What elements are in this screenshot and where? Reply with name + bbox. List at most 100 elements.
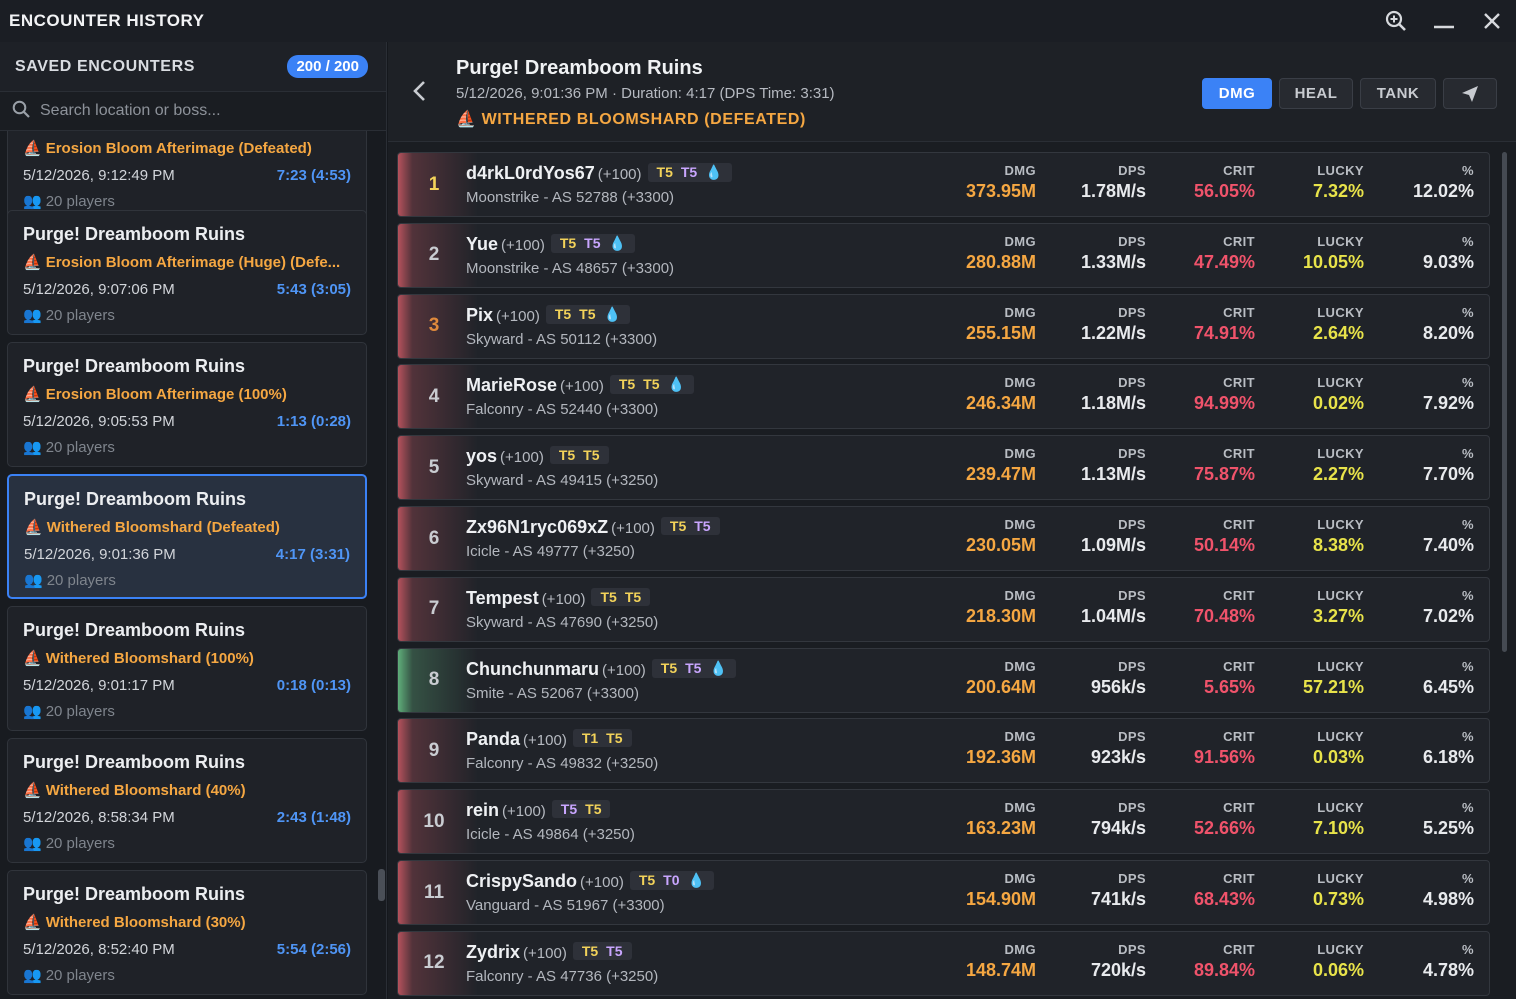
sidebar-scrollbar[interactable] bbox=[378, 869, 385, 901]
stat-crit: CRIT 47.49% bbox=[1193, 233, 1255, 272]
stat-dps: DPS 1.22M/s bbox=[1080, 304, 1146, 343]
encounter-players: 👥 20 players bbox=[24, 572, 116, 589]
stat-dps: DPS 741k/s bbox=[1090, 871, 1146, 909]
share-button[interactable] bbox=[1443, 78, 1497, 109]
tier-badge: T5 T5 bbox=[549, 446, 609, 465]
send-icon bbox=[1462, 85, 1478, 102]
player-name: rein (+100) T5 T5 bbox=[466, 800, 611, 821]
stat-lucky: LUCKY 8.38% bbox=[1312, 517, 1364, 555]
stat-crit: CRIT 89.84% bbox=[1193, 941, 1255, 980]
encounter-players: 👥 20 players bbox=[23, 835, 115, 852]
player-rank: 8 bbox=[428, 669, 440, 691]
player-rank: 2 bbox=[428, 244, 440, 266]
stat-dps: DPS 794k/s bbox=[1090, 800, 1146, 839]
tab-dmg[interactable]: DMG bbox=[1202, 78, 1272, 109]
encounter-time: 5/12/2026, 9:01:36 PM bbox=[24, 546, 176, 563]
tier-badge: T5 T5 bbox=[591, 587, 651, 606]
player-rank: 11 bbox=[423, 881, 445, 903]
droplet-icon: 💧 bbox=[608, 234, 626, 251]
player-list-scrollbar[interactable] bbox=[1502, 152, 1507, 652]
encounter-name: Purge! Dreamboom Ruins bbox=[23, 620, 246, 640]
stat-lucky: LUCKY 0.03% bbox=[1312, 729, 1364, 768]
stat-dmg: DMG 255.15M bbox=[965, 304, 1036, 343]
stat-dmg: DMG 230.05M bbox=[965, 517, 1036, 555]
player-name: yos (+100) T5 T5 bbox=[466, 446, 609, 467]
title-bar: ENCOUNTER HISTORY bbox=[0, 0, 1516, 42]
encounter-card[interactable]: Purge! Dreamboom Ruins ⛵ Withered Bloomsha… bbox=[7, 870, 367, 995]
players-icon: 👥 bbox=[23, 193, 42, 210]
stat-dps: DPS 1.13M/s bbox=[1080, 446, 1146, 485]
boss-icon: ⛵ bbox=[23, 254, 42, 271]
player-row[interactable]: 5 yos (+100) T5 T5 Skyward - AS 49415 (+3250)… bbox=[397, 435, 1490, 501]
stat-dmg: DMG 246.34M bbox=[965, 375, 1036, 414]
boss-icon: ⛵ bbox=[24, 519, 43, 536]
encounter-name: Purge! Dreamboom Ruins bbox=[23, 884, 246, 904]
tab-tank[interactable]: TANK bbox=[1360, 78, 1436, 109]
stat-pct: % 12.02% bbox=[1412, 163, 1474, 201]
player-rank: 6 bbox=[428, 527, 440, 549]
player-row[interactable]: 9 Panda (+100) T1 T5 Falconry - AS 49832 (+32… bbox=[397, 718, 1490, 784]
player-rank: 12 bbox=[423, 952, 445, 974]
player-row[interactable]: 8 Chunchunmaru (+100) T5 T5 💧 Smite - AS 52067… bbox=[397, 647, 1490, 713]
detail-meta: 5/12/2026, 9:01:36 PM · Duration: 4:17 (… bbox=[456, 85, 835, 102]
encounter-card[interactable]: Purge! Dreamboom Ruins ⛵ Erosion Bloom Aft… bbox=[7, 342, 367, 467]
tier-badge: T1 T5 bbox=[572, 729, 632, 748]
stat-dmg: DMG 239.47M bbox=[965, 446, 1036, 485]
tier-badge: T5 T0 💧 bbox=[629, 871, 714, 890]
stat-dps: DPS 923k/s bbox=[1090, 729, 1146, 768]
droplet-icon: 💧 bbox=[667, 376, 685, 393]
encounter-card[interactable]: Purge! Dreamboom Ruins ⛵ Withered Bloomsha… bbox=[7, 606, 367, 731]
stat-pct: % 7.40% bbox=[1422, 517, 1474, 555]
player-row[interactable]: 4 MarieRose (+100) T5 T5 💧 Falconry - AS 52440… bbox=[397, 364, 1490, 430]
stat-dps: DPS 1.78M/s bbox=[1080, 163, 1146, 201]
tier-badge: T5 T5 💧 bbox=[651, 658, 736, 678]
player-row[interactable]: 12 Zydrix (+100) T5 T5 Falconry - AS 47736 (+… bbox=[397, 930, 1490, 996]
stat-pct: % 6.18% bbox=[1422, 729, 1474, 768]
player-row[interactable]: 11 CrispySando (+100) T5 T0 💧 Vanguard - AS 51… bbox=[397, 860, 1490, 925]
stat-crit: CRIT 75.87% bbox=[1193, 446, 1255, 485]
player-row[interactable]: 6 Zx96N1ryc069xZ (+100) T5 T5 Icicle - AS 497… bbox=[397, 506, 1490, 571]
stat-dmg: DMG 148.74M bbox=[965, 941, 1036, 980]
sidebar-title: SAVED ENCOUNTERS bbox=[15, 57, 195, 75]
player-name: Panda (+100) T1 T5 bbox=[466, 729, 632, 750]
encounter-name: Purge! Dreamboom Ruins bbox=[23, 356, 246, 376]
stat-dps: DPS 1.09M/s bbox=[1080, 517, 1146, 555]
player-row[interactable]: 1 d4rkL0rdYos67 (+100) T5 T5 💧 Moonstrike - AS… bbox=[397, 152, 1490, 217]
players-icon: 👥 bbox=[23, 307, 42, 324]
encounter-card-partial[interactable]: ⛵ Erosion Bloom Afterimage (Defeated) 5/1… bbox=[7, 131, 367, 221]
player-row[interactable]: 10 rein (+100) T5 T5 Icicle - AS 49864 (+3250… bbox=[397, 789, 1490, 855]
stat-dps: DPS 956k/s bbox=[1090, 658, 1146, 697]
chevron-left-icon[interactable] bbox=[412, 78, 428, 109]
players-icon: 👥 bbox=[23, 703, 42, 720]
player-class: Falconry - AS 47736 (+3250) bbox=[466, 967, 659, 985]
encounter-boss: ⛵ Withered Bloomshard (Defeated) bbox=[24, 519, 280, 536]
encounter-players: 👥 20 players bbox=[23, 193, 115, 210]
stat-pct: % 5.25% bbox=[1422, 800, 1474, 839]
minimize-icon[interactable] bbox=[1420, 0, 1468, 42]
encounter-name: Purge! Dreamboom Ruins bbox=[23, 752, 246, 772]
encounter-duration: 5:43 (3:05) bbox=[276, 281, 351, 298]
tier-badge: T5 T5 💧 bbox=[609, 375, 694, 395]
tab-heal[interactable]: HEAL bbox=[1279, 78, 1353, 109]
player-row[interactable]: 2 Yue (+100) T5 T5 💧 Moonstrike - AS 48657 (+3… bbox=[397, 222, 1490, 288]
player-class: Smite - AS 52067 (+3300) bbox=[466, 684, 640, 702]
stat-lucky: LUCKY 0.02% bbox=[1312, 375, 1364, 414]
zoom-in-icon[interactable] bbox=[1372, 0, 1420, 42]
encounter-card[interactable]: Purge! Dreamboom Ruins ⛵ Withered Bloomsha… bbox=[7, 738, 367, 863]
sidebar: SAVED ENCOUNTERS 200 / 200 ⛵Erosion Bloo… bbox=[0, 42, 387, 999]
player-class: Falconry - AS 49832 (+3250) bbox=[466, 755, 659, 773]
search-input[interactable] bbox=[40, 102, 360, 120]
droplet-icon: 💧 bbox=[709, 659, 727, 676]
player-class: Vanguard - AS 51967 (+3300) bbox=[466, 897, 665, 914]
player-row[interactable]: 7 Tempest (+100) T5 T5 Skyward - AS 47690 (+3… bbox=[397, 576, 1490, 642]
stat-dmg: DMG 373.95M bbox=[965, 163, 1036, 201]
player-name: CrispySando (+100) T5 T0 💧 bbox=[466, 871, 714, 892]
encounter-duration: 5:54 (2:56) bbox=[276, 941, 351, 958]
encounter-card[interactable]: Purge! Dreamboom Ruins ⛵ Withered Bloomsha… bbox=[7, 474, 367, 599]
encounter-card[interactable]: Purge! Dreamboom Ruins ⛵ Erosion Bloom Aft… bbox=[7, 210, 367, 335]
tier-badge: T5 T5 bbox=[660, 517, 720, 535]
encounter-players: 👥 20 players bbox=[23, 439, 115, 456]
player-row[interactable]: 3 Pix (+100) T5 T5 💧 Skyward - AS 50112 (+3300… bbox=[397, 293, 1490, 359]
close-icon[interactable] bbox=[1468, 0, 1516, 42]
encounter-duration: 2:43 (1:48) bbox=[276, 809, 351, 826]
